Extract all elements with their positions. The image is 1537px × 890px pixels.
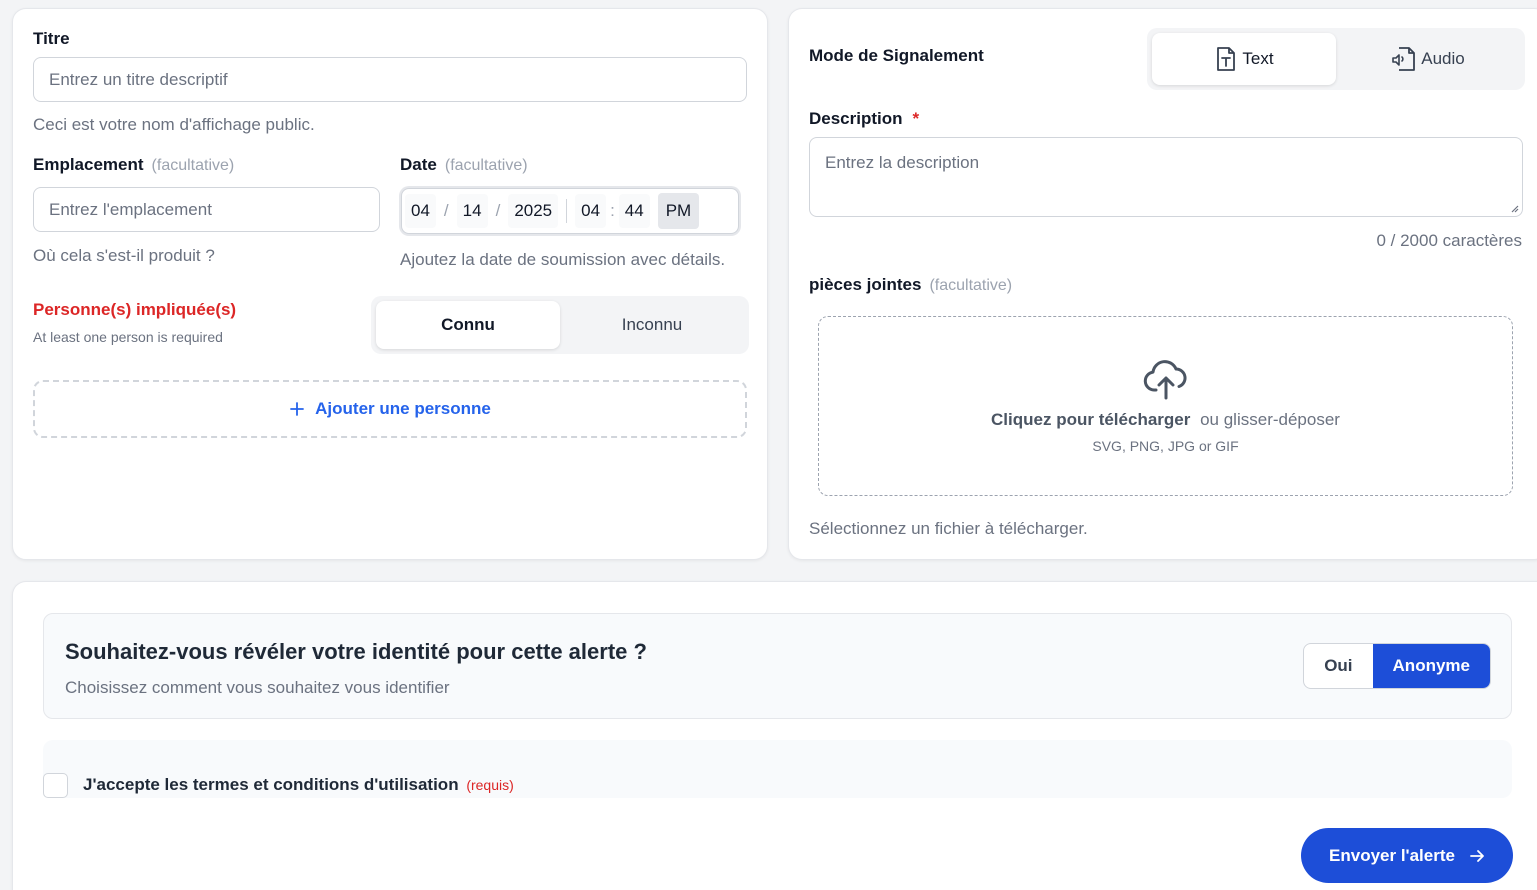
location-input[interactable]: Entrez l'emplacement xyxy=(33,187,380,232)
persons-error: At least one person is required xyxy=(33,329,223,345)
date-help: Ajoutez la date de soumission avec détai… xyxy=(400,250,726,269)
title-placeholder: Entrez un titre descriptif xyxy=(49,69,228,89)
location-help: Où cela s'est-il produit ? xyxy=(33,246,215,265)
date-optional: (facultative) xyxy=(444,157,528,174)
description-textarea[interactable]: Entrez la description xyxy=(809,137,1523,217)
mode-audio-label: Audio xyxy=(1421,49,1465,68)
mode-text-label: Text xyxy=(1242,49,1274,68)
date-time-picker[interactable]: 04 / 14 / 2025 04 : 44 PM xyxy=(401,188,739,234)
identity-question: Souhaitez-vous révéler votre identité po… xyxy=(65,639,647,664)
identity-yes-button[interactable]: Oui xyxy=(1304,644,1372,688)
mode-text-button[interactable]: Text xyxy=(1152,33,1336,85)
report-card: Mode de Signalement Text Audio Descripti… xyxy=(788,8,1537,560)
upload-cloud-icon xyxy=(1142,358,1190,402)
description-placeholder: Entrez la description xyxy=(825,153,980,172)
date-day[interactable]: 14 xyxy=(456,194,488,228)
time-separator: : xyxy=(610,201,615,220)
terms-section: J'accepte les termes et conditions d'uti… xyxy=(43,740,1512,798)
mode-label: Mode de Signalement xyxy=(809,46,984,65)
upload-help: Sélectionnez un fichier à télécharger. xyxy=(809,519,1088,538)
persons-label: Personne(s) impliquée(s) xyxy=(33,300,237,319)
upload-click-link[interactable]: Cliquez pour télécharger xyxy=(991,410,1190,429)
attachments-label: pièces jointes (facultative) xyxy=(809,275,1013,294)
terms-checkbox[interactable] xyxy=(43,773,68,798)
add-person-label: Ajouter une personne xyxy=(315,399,491,418)
mode-toggle: Text Audio xyxy=(1147,28,1525,90)
terms-required: (requis) xyxy=(466,777,514,793)
upload-drag-text: ou glisser-déposer xyxy=(1200,410,1340,429)
toggle-unknown[interactable]: Inconnu xyxy=(560,301,744,349)
file-text-icon xyxy=(1214,46,1238,72)
submit-label: Envoyer l'alerte xyxy=(1329,845,1455,865)
date-separator: / xyxy=(443,201,449,220)
plus-icon xyxy=(289,401,305,417)
mode-audio-button[interactable]: Audio xyxy=(1336,33,1520,85)
terms-text: J'accepte les termes et conditions d'uti… xyxy=(83,775,514,795)
attachments-optional: (facultative) xyxy=(929,277,1013,294)
location-label: Emplacement (facultative) xyxy=(33,155,235,174)
upload-instructions: Cliquez pour télécharger ou glisser-dépo… xyxy=(991,410,1340,430)
description-label: Description * xyxy=(809,109,920,128)
person-type-toggle: Connu Inconnu xyxy=(371,296,749,354)
date-label: Date (facultative) xyxy=(400,155,528,174)
toggle-known[interactable]: Connu xyxy=(376,301,560,349)
title-help: Ceci est votre nom d'affichage public. xyxy=(33,115,315,134)
time-minute[interactable]: 44 xyxy=(618,194,650,228)
add-person-button[interactable]: Ajouter une personne xyxy=(33,380,747,438)
identity-toggle: Oui Anonyme xyxy=(1303,643,1491,689)
required-mark: * xyxy=(912,109,920,128)
submit-alert-button[interactable]: Envoyer l'alerte xyxy=(1301,828,1513,883)
char-count: 0 / 2000 caractères xyxy=(1376,231,1522,250)
arrow-right-icon xyxy=(1469,848,1485,864)
terms-label: J'accepte les termes et conditions d'uti… xyxy=(83,775,459,794)
upload-dropzone[interactable]: Cliquez pour télécharger ou glisser-dépo… xyxy=(818,316,1513,496)
date-separator: / xyxy=(495,201,501,220)
date-divider xyxy=(566,199,568,223)
time-hour[interactable]: 04 xyxy=(575,194,607,228)
identity-section: Souhaitez-vous révéler votre identité po… xyxy=(43,613,1512,719)
location-optional: (facultative) xyxy=(151,157,235,174)
upload-types: SVG, PNG, JPG or GIF xyxy=(1092,438,1239,454)
details-card: Titre Entrez un titre descriptif Ceci es… xyxy=(12,8,768,560)
submission-card: Souhaitez-vous révéler votre identité po… xyxy=(12,581,1537,890)
identity-subtitle: Choisissez comment vous souhaitez vous i… xyxy=(65,678,450,697)
identity-anonymous-button[interactable]: Anonyme xyxy=(1372,644,1490,688)
title-input[interactable]: Entrez un titre descriptif xyxy=(33,57,747,102)
file-audio-icon xyxy=(1391,46,1417,72)
title-label: Titre xyxy=(33,29,70,48)
date-month[interactable]: 04 xyxy=(405,194,436,228)
resize-handle-icon[interactable] xyxy=(1509,203,1519,213)
time-ampm[interactable]: PM xyxy=(657,193,700,229)
date-year[interactable]: 2025 xyxy=(508,194,559,228)
location-placeholder: Entrez l'emplacement xyxy=(49,199,212,219)
